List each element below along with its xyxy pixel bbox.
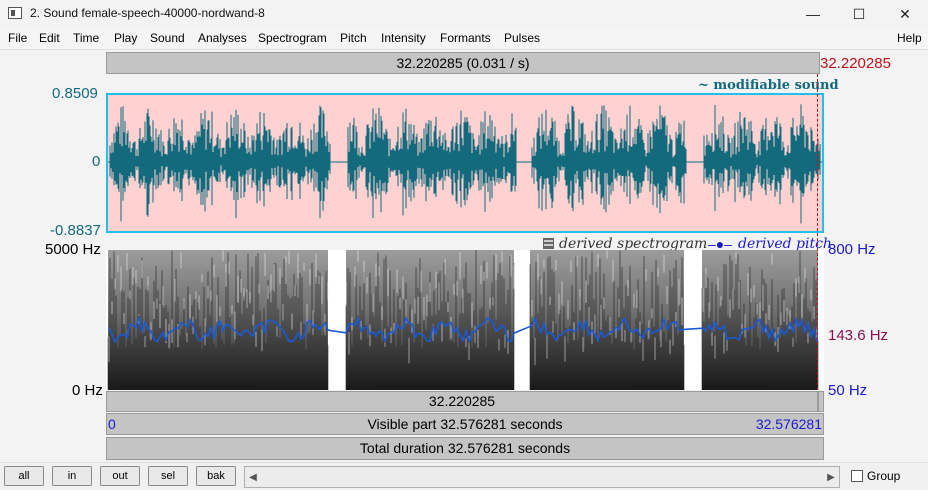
visible-part-text: Visible part 32.576281 seconds <box>367 416 563 432</box>
wave-ymin-label: -0.8837 <box>50 222 101 239</box>
waveform-panel[interactable] <box>106 93 824 233</box>
scroll-left-icon[interactable]: ◀ <box>245 467 261 487</box>
menu-sound[interactable]: Sound <box>150 31 185 45</box>
bottom-toolbar: all in out sel bak ◀ ▶ Group <box>0 462 928 490</box>
scroll-right-icon[interactable]: ▶ <box>823 467 839 487</box>
selection-time-bar[interactable]: 32.220285 (0.031 / s) <box>106 52 820 74</box>
cursor-time-text: 32.220285 <box>428 393 496 409</box>
zoom-back-button[interactable]: bak <box>196 466 236 486</box>
wave-yzero-label: 0 <box>92 153 101 170</box>
menu-play[interactable]: Play <box>114 31 137 45</box>
app-icon <box>8 7 22 19</box>
zoom-out-button[interactable]: out <box>100 466 140 486</box>
spectrogram-legend-icon <box>543 238 554 249</box>
zoom-selection-button[interactable]: sel <box>148 466 188 486</box>
after-cursor-bar[interactable] <box>818 391 824 412</box>
menu-pulses[interactable]: Pulses <box>504 31 540 45</box>
visible-start-label: 0 <box>108 416 116 432</box>
title-bar: 2. Sound female-speech-40000-nordwand-8 … <box>0 0 928 28</box>
menu-analyses[interactable]: Analyses <box>198 31 247 45</box>
visible-end-label: 32.576281 <box>755 416 822 432</box>
total-duration-bar[interactable]: Total duration 32.576281 seconds <box>106 437 824 460</box>
waveform-svg <box>108 104 822 224</box>
group-label: Group <box>867 469 901 483</box>
window-title: 2. Sound female-speech-40000-nordwand-8 <box>30 6 265 20</box>
cursor-time-bar[interactable]: 32.220285 <box>106 391 818 412</box>
pitch-max-label: 800 Hz <box>828 241 876 258</box>
zoom-all-button[interactable]: all <box>4 466 44 486</box>
menu-edit[interactable]: Edit <box>39 31 60 45</box>
zoom-in-button[interactable]: in <box>52 466 92 486</box>
spec-freq-max-label: 5000 Hz <box>45 241 101 258</box>
cursor-time-label: 32.220285 <box>820 55 891 72</box>
group-checkbox[interactable] <box>851 470 863 482</box>
pitch-value-label: 143.6 Hz <box>828 327 889 344</box>
spectrogram-panel[interactable] <box>106 250 824 390</box>
total-duration-text: Total duration 32.576281 seconds <box>359 440 571 456</box>
spectrogram-svg <box>107 250 819 390</box>
spec-freq-min-label: 0 Hz <box>72 382 103 399</box>
menu-pitch[interactable]: Pitch <box>340 31 367 45</box>
cursor-line <box>817 74 818 390</box>
close-button[interactable]: ✕ <box>882 0 928 28</box>
horizontal-scrollbar[interactable]: ◀ ▶ <box>244 466 840 488</box>
menu-help[interactable]: Help <box>897 31 922 45</box>
visible-part-bar[interactable]: 0 Visible part 32.576281 seconds 32.5762… <box>106 413 824 435</box>
minimize-button[interactable]: — <box>790 0 836 28</box>
wave-ymax-label: 0.8509 <box>52 85 98 102</box>
menu-bar: File Edit Time Play Sound Analyses Spect… <box>0 28 928 50</box>
menu-file[interactable]: File <box>8 31 27 45</box>
menu-spectrogram[interactable]: Spectrogram <box>258 31 327 45</box>
menu-formants[interactable]: Formants <box>440 31 491 45</box>
pitch-min-label: 50 Hz <box>828 382 868 399</box>
menu-time[interactable]: Time <box>73 31 99 45</box>
menu-intensity[interactable]: Intensity <box>381 31 426 45</box>
selection-time-text: 32.220285 (0.031 / s) <box>396 55 530 71</box>
maximize-button[interactable]: ☐ <box>836 0 882 28</box>
